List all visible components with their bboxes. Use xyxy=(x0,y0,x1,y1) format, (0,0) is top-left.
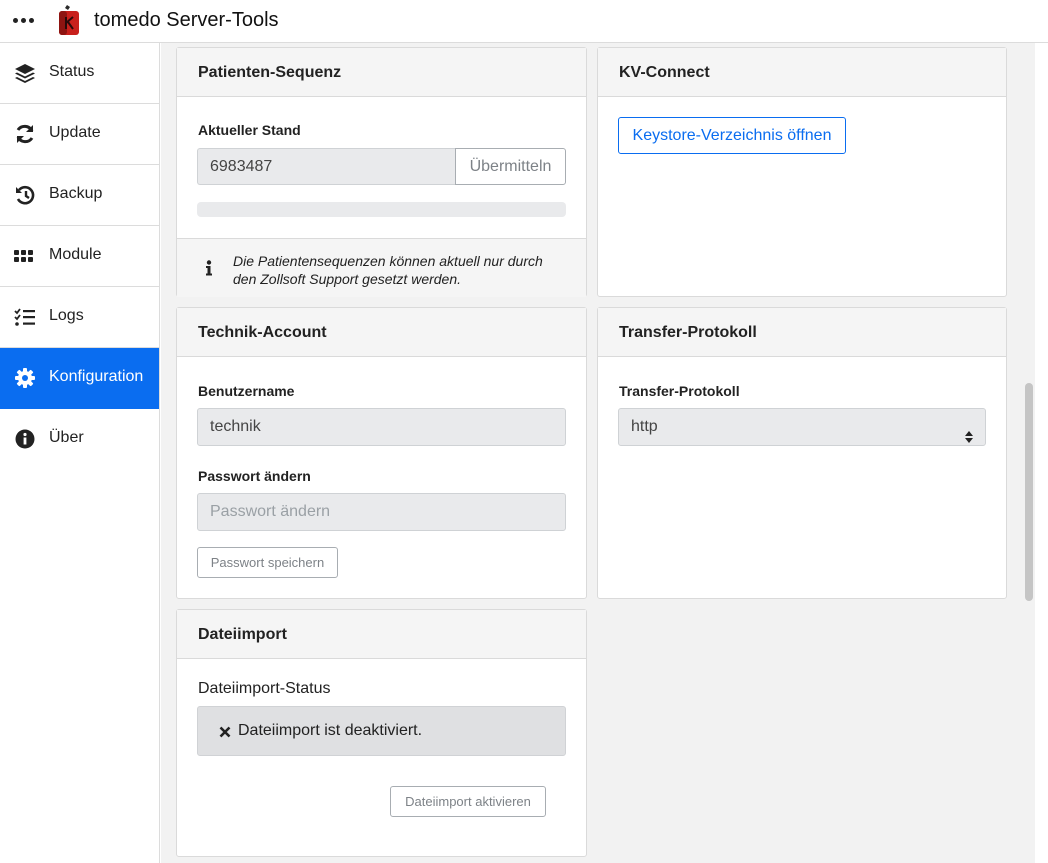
activate-import-button[interactable]: Dateiimport aktivieren xyxy=(390,786,546,817)
info-icon xyxy=(205,260,213,276)
sidebar-item-update[interactable]: Update xyxy=(0,104,159,165)
password-field[interactable]: Passwort ändern xyxy=(197,493,566,531)
sidebar-item-label: Status xyxy=(49,63,95,80)
sidebar-item-label: Backup xyxy=(49,185,103,202)
username-label: Benutzername xyxy=(198,383,295,399)
sidebar: Status Update Backup Module Logs Konfigu… xyxy=(0,43,160,863)
import-status-box: Dateiimport ist deaktiviert. xyxy=(197,706,566,756)
info-icon xyxy=(14,428,38,450)
submit-button[interactable]: Übermitteln xyxy=(455,148,566,185)
sidebar-item-label: Logs xyxy=(49,307,84,324)
refresh-icon xyxy=(14,123,38,145)
sidebar-item-konfiguration[interactable]: Konfiguration xyxy=(0,348,159,409)
import-status-text: Dateiimport ist deaktiviert. xyxy=(238,722,423,739)
more-menu-icon[interactable] xyxy=(13,13,35,27)
card-title: KV-Connect xyxy=(598,48,1006,97)
info-text: Die Patientensequenzen können aktuell nu… xyxy=(233,253,543,287)
tomedo-logo-icon xyxy=(56,5,82,36)
save-password-button[interactable]: Passwort speichern xyxy=(197,547,338,578)
transfer-protocol-select[interactable]: http xyxy=(618,408,986,446)
sidebar-item-label: Über xyxy=(49,429,84,446)
card-title: Patienten-Sequenz xyxy=(177,48,586,97)
sidebar-item-label: Module xyxy=(49,246,102,263)
app-title: tomedo Server-Tools xyxy=(94,9,279,31)
sidebar-item-module[interactable]: Module xyxy=(0,226,159,287)
selected-value: http xyxy=(631,418,658,435)
username-field[interactable]: technik xyxy=(197,408,566,446)
open-keystore-button[interactable]: Keystore-Verzeichnis öffnen xyxy=(618,117,846,154)
select-arrows-icon xyxy=(965,421,973,443)
grid-icon xyxy=(14,245,38,267)
card-title: Transfer-Protokoll xyxy=(598,308,1006,357)
password-label: Passwort ändern xyxy=(198,468,311,484)
card-title: Dateiimport xyxy=(177,610,586,659)
card-title: Technik-Account xyxy=(177,308,586,357)
patienten-sequenz-card: Patienten-Sequenz Aktueller Stand 698348… xyxy=(176,47,587,297)
import-status-label: Dateiimport-Status xyxy=(198,680,331,697)
info-footer: Die Patientensequenzen können aktuell nu… xyxy=(177,238,586,297)
main-content: Patienten-Sequenz Aktueller Stand 698348… xyxy=(161,43,1048,863)
right-gutter xyxy=(1035,43,1048,863)
transfer-protokoll-card: Transfer-Protokoll Transfer-Protokoll ht… xyxy=(597,307,1007,599)
sidebar-item-status[interactable]: Status xyxy=(0,43,159,104)
dateiimport-card: Dateiimport Dateiimport-Status Dateiimpo… xyxy=(176,609,587,857)
tasks-icon xyxy=(14,306,38,328)
sidebar-item-label: Konfiguration xyxy=(49,368,144,385)
sidebar-item-label: Update xyxy=(49,124,101,141)
scrollbar-thumb[interactable] xyxy=(1025,383,1033,601)
sidebar-item-logs[interactable]: Logs xyxy=(0,287,159,348)
sidebar-item-ueber[interactable]: Über xyxy=(0,409,159,470)
layers-icon xyxy=(14,62,38,84)
kv-connect-card: KV-Connect Keystore-Verzeichnis öffnen xyxy=(597,47,1007,297)
sidebar-item-backup[interactable]: Backup xyxy=(0,165,159,226)
gear-icon xyxy=(14,367,38,389)
close-icon xyxy=(219,725,231,738)
transfer-protocol-label: Transfer-Protokoll xyxy=(619,383,740,399)
title-bar: tomedo Server-Tools xyxy=(0,0,1048,43)
sequence-value-field[interactable]: 6983487 xyxy=(197,148,457,185)
progress-bar xyxy=(197,202,566,217)
technik-account-card: Technik-Account Benutzername technik Pas… xyxy=(176,307,587,599)
aktueller-stand-label: Aktueller Stand xyxy=(198,122,301,138)
history-icon xyxy=(14,184,38,206)
